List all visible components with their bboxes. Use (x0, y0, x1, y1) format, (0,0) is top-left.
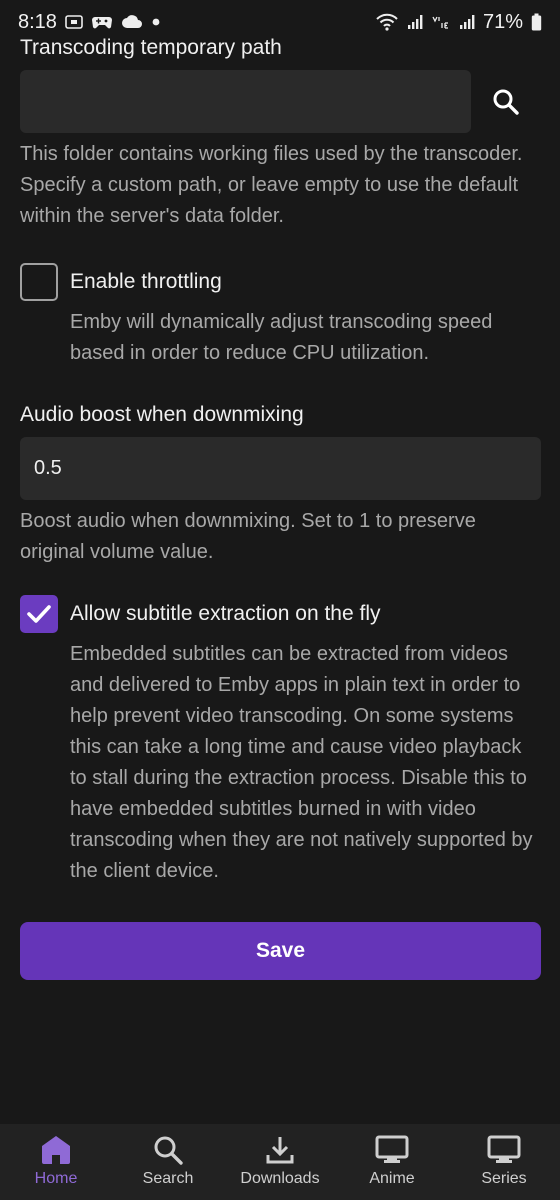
checkmark-icon (27, 605, 51, 623)
audio-boost-section: Audio boost when downmixing 0.5 Boost au… (20, 403, 541, 568)
volte-icon (431, 14, 451, 30)
browse-path-button[interactable] (488, 84, 524, 120)
screenshot-icon (65, 14, 83, 30)
nav-home-label: Home (34, 1170, 78, 1187)
status-bar-left: 8:18 (18, 11, 161, 34)
home-icon (42, 1136, 70, 1164)
tv-icon (487, 1135, 521, 1163)
transcoding-path-label: Transcoding temporary path (20, 36, 282, 59)
save-row: Save (20, 922, 541, 980)
transcoding-path-input-row (20, 70, 540, 133)
transcoding-path-help: This folder contains working files used … (20, 143, 523, 227)
nav-search-label: Search (142, 1170, 194, 1187)
clock: 8:18 (18, 10, 57, 33)
signal-icon (407, 14, 423, 30)
dot-icon (151, 17, 161, 27)
battery-icon (531, 13, 542, 31)
nav-anime[interactable]: Anime (342, 1134, 442, 1188)
nav-home[interactable]: Home (6, 1134, 106, 1188)
nav-series[interactable]: Series (454, 1134, 554, 1188)
nav-downloads[interactable]: Downloads (230, 1134, 330, 1188)
throttling-body: Enable throttling Emby will dynamically … (70, 263, 540, 369)
audio-boost-input-row: 0.5 (20, 437, 541, 500)
wifi-icon (375, 13, 399, 31)
throttling-help: Emby will dynamically adjust transcoding… (70, 311, 493, 364)
throttling-row: Enable throttling Emby will dynamically … (20, 263, 540, 369)
bottom-nav: Home Search Downloads Anime Series (0, 1124, 560, 1200)
audio-boost-label: Audio boost when downmixing (20, 403, 304, 426)
subtitle-extraction-label[interactable]: Allow subtitle extraction on the fly (70, 595, 540, 633)
transcoding-path-section: Transcoding temporary path This folder c… (20, 36, 540, 232)
battery-percent: 71% (482, 10, 523, 33)
nav-anime-label: Anime (369, 1170, 415, 1187)
status-bar-right: 71% (375, 11, 542, 34)
transcoding-path-input[interactable] (20, 70, 471, 133)
audio-boost-input[interactable]: 0.5 (20, 437, 541, 500)
cloud-icon (121, 15, 143, 29)
search-icon (493, 89, 519, 115)
throttling-checkbox[interactable] (20, 263, 58, 301)
save-button[interactable]: Save (20, 922, 541, 980)
subtitle-extraction-row: Allow subtitle extraction on the fly Emb… (20, 595, 540, 887)
settings-form: Transcoding temporary path This folder c… (20, 36, 541, 980)
subtitle-extraction-help: Embedded subtitles can be extracted from… (70, 643, 533, 882)
signal-icon (459, 14, 475, 30)
search-icon (154, 1136, 183, 1165)
download-icon (266, 1137, 294, 1164)
nav-search[interactable]: Search (118, 1134, 218, 1188)
subtitle-extraction-checkbox[interactable] (20, 595, 58, 633)
tv-icon (375, 1135, 409, 1163)
throttling-label[interactable]: Enable throttling (70, 263, 540, 301)
subtitle-extraction-body: Allow subtitle extraction on the fly Emb… (70, 595, 540, 887)
game-icon (91, 14, 113, 30)
audio-boost-help: Boost audio when downmixing. Set to 1 to… (20, 510, 476, 563)
nav-downloads-label: Downloads (240, 1170, 320, 1187)
nav-series-label: Series (481, 1170, 527, 1187)
